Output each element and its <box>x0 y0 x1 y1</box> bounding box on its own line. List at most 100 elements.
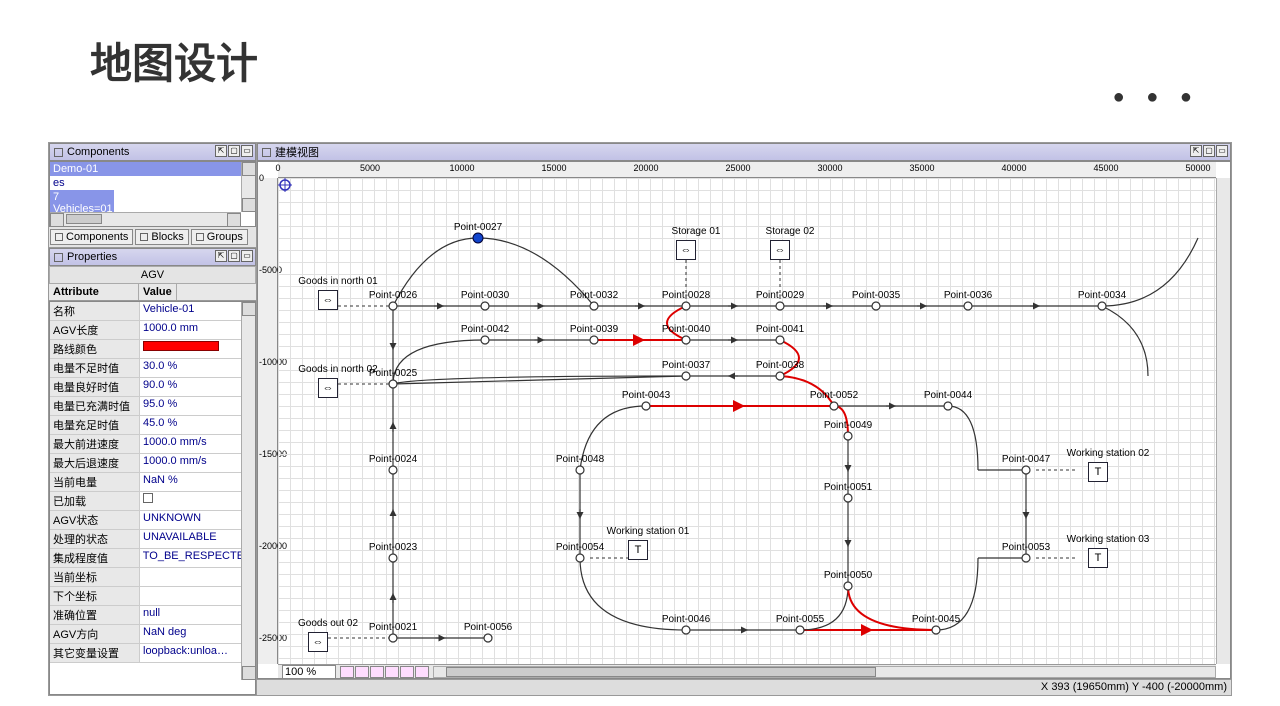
point-label[interactable]: Point-0029 <box>756 290 804 301</box>
color-swatch[interactable] <box>143 341 219 351</box>
property-value[interactable]: loopback:unloa… <box>140 644 255 662</box>
property-value[interactable]: 1000.0 mm <box>140 321 255 339</box>
components-list[interactable]: Demo-01 es 7 Vehicles=01 <box>49 161 256 227</box>
zoom-input[interactable]: 100 % <box>282 665 336 679</box>
property-value[interactable]: Vehicle-01 <box>140 302 255 320</box>
tab-groups[interactable]: Groups <box>191 229 248 245</box>
point-label[interactable]: Point-0043 <box>622 390 670 401</box>
component-item-selected[interactable]: Demo-01 <box>50 162 255 176</box>
close-icon[interactable]: ▭ <box>241 250 253 262</box>
property-value[interactable]: 30.0 % <box>140 359 255 377</box>
point-label[interactable]: Point-0044 <box>924 390 972 401</box>
point-label[interactable]: Point-0039 <box>570 324 618 335</box>
location-label[interactable]: Storage 02 <box>766 226 815 237</box>
tab-blocks[interactable]: Blocks <box>135 229 188 245</box>
property-row[interactable]: 下个坐标 <box>50 587 255 606</box>
point-label[interactable]: Point-0048 <box>556 454 604 465</box>
point-label[interactable]: Point-0054 <box>556 542 604 553</box>
property-row[interactable]: 最大前进速度1000.0 mm/s <box>50 435 255 454</box>
property-value[interactable]: NaN deg <box>140 625 255 643</box>
location-box[interactable]: T <box>1088 548 1108 568</box>
checkbox[interactable] <box>143 493 153 503</box>
components-panel-title[interactable]: Components ⇱▢▭ <box>49 143 256 161</box>
property-row[interactable]: 路线颜色 <box>50 340 255 359</box>
properties-panel-title[interactable]: Properties ⇱▢▭ <box>49 248 256 266</box>
property-row[interactable]: 处理的状态UNAVAILABLE <box>50 530 255 549</box>
location-box[interactable]: ⇔ <box>676 240 696 260</box>
tool-icon[interactable] <box>400 666 414 678</box>
property-value[interactable]: UNKNOWN <box>140 511 255 529</box>
location-box[interactable]: ⇔ <box>318 290 338 310</box>
col-attribute[interactable]: Attribute <box>49 284 139 300</box>
point-label[interactable]: Point-0023 <box>369 542 417 553</box>
property-value[interactable]: TO_BE_RESPECTED <box>140 549 255 567</box>
property-row[interactable]: AGV状态UNKNOWN <box>50 511 255 530</box>
location-label[interactable]: Working station 03 <box>1067 534 1150 545</box>
point-label[interactable]: Point-0032 <box>570 290 618 301</box>
tool-icon[interactable] <box>415 666 429 678</box>
scrollbar-horizontal[interactable] <box>50 212 241 226</box>
tool-icon[interactable] <box>355 666 369 678</box>
location-box[interactable]: ⇔ <box>308 632 328 652</box>
property-row[interactable]: 最大后退速度1000.0 mm/s <box>50 454 255 473</box>
point-label[interactable]: Point-0034 <box>1078 290 1126 301</box>
property-value[interactable]: UNAVAILABLE <box>140 530 255 548</box>
property-row[interactable]: AGV长度1000.0 mm <box>50 321 255 340</box>
canvas-panel-title[interactable]: 建模视图 ⇱▢▭ <box>257 143 1231 161</box>
property-value[interactable]: 1000.0 mm/s <box>140 454 255 472</box>
property-value[interactable] <box>140 340 255 358</box>
point-label[interactable]: Point-0036 <box>944 290 992 301</box>
property-value[interactable] <box>140 587 255 605</box>
point-label[interactable]: Point-0056 <box>464 622 512 633</box>
point-label[interactable]: Point-0050 <box>824 570 872 581</box>
location-box[interactable]: ⇔ <box>318 378 338 398</box>
point-label[interactable]: Point-0028 <box>662 290 710 301</box>
properties-table[interactable]: 名称Vehicle-01AGV长度1000.0 mm路线颜色电量不足时值30.0… <box>49 301 256 695</box>
canvas[interactable]: 0500010000150002000025000300003500040000… <box>257 161 1231 679</box>
property-row[interactable]: 电量不足时值30.0 % <box>50 359 255 378</box>
point-label[interactable]: Point-0055 <box>776 614 824 625</box>
location-label[interactable]: Working station 01 <box>607 526 690 537</box>
property-value[interactable]: 95.0 % <box>140 397 255 415</box>
property-value[interactable]: 1000.0 mm/s <box>140 435 255 453</box>
property-row[interactable]: 名称Vehicle-01 <box>50 302 255 321</box>
property-row[interactable]: 其它变量设置loopback:unloa… <box>50 644 255 663</box>
property-row[interactable]: 电量良好时值90.0 % <box>50 378 255 397</box>
point-label[interactable]: Point-0049 <box>824 420 872 431</box>
property-row[interactable]: 电量已充满时值95.0 % <box>50 397 255 416</box>
close-icon[interactable]: ▭ <box>241 145 253 157</box>
property-row[interactable]: 已加载 <box>50 492 255 511</box>
property-row[interactable]: 当前电量NaN % <box>50 473 255 492</box>
scrollbar-vertical[interactable] <box>241 302 255 680</box>
scrollbar-vertical[interactable] <box>241 162 255 212</box>
location-label[interactable]: Working station 02 <box>1067 448 1150 459</box>
point-label[interactable]: Point-0040 <box>662 324 710 335</box>
point-label[interactable]: Point-0027 <box>454 222 502 233</box>
location-box[interactable]: T <box>1088 462 1108 482</box>
property-value[interactable]: NaN % <box>140 473 255 491</box>
point-label[interactable]: Point-0037 <box>662 360 710 371</box>
point-label[interactable]: Point-0026 <box>369 290 417 301</box>
property-value[interactable]: 45.0 % <box>140 416 255 434</box>
property-value[interactable] <box>140 492 255 510</box>
tab-components[interactable]: Components <box>50 229 133 245</box>
component-item[interactable]: es <box>50 176 255 190</box>
property-value[interactable]: 90.0 % <box>140 378 255 396</box>
property-row[interactable]: 准确位置null <box>50 606 255 625</box>
point-label[interactable]: Point-0035 <box>852 290 900 301</box>
grid-area[interactable]: Point-0027Point-0026Point-0030Point-0032… <box>278 178 1216 664</box>
point-label[interactable]: Point-0046 <box>662 614 710 625</box>
max-icon[interactable]: ▢ <box>228 145 240 157</box>
canvas-scrollbar-horizontal[interactable] <box>433 666 1216 678</box>
property-row[interactable]: 当前坐标 <box>50 568 255 587</box>
close-icon[interactable]: ▭ <box>1216 145 1228 157</box>
col-value[interactable]: Value <box>139 284 177 300</box>
canvas-scrollbar-vertical[interactable] <box>1216 178 1230 664</box>
pin-icon[interactable]: ⇱ <box>215 145 227 157</box>
location-label[interactable]: Storage 01 <box>672 226 721 237</box>
pin-icon[interactable]: ⇱ <box>215 250 227 262</box>
point-label[interactable]: Point-0041 <box>756 324 804 335</box>
tool-icon[interactable] <box>370 666 384 678</box>
pin-icon[interactable]: ⇱ <box>1190 145 1202 157</box>
property-value[interactable] <box>140 568 255 586</box>
